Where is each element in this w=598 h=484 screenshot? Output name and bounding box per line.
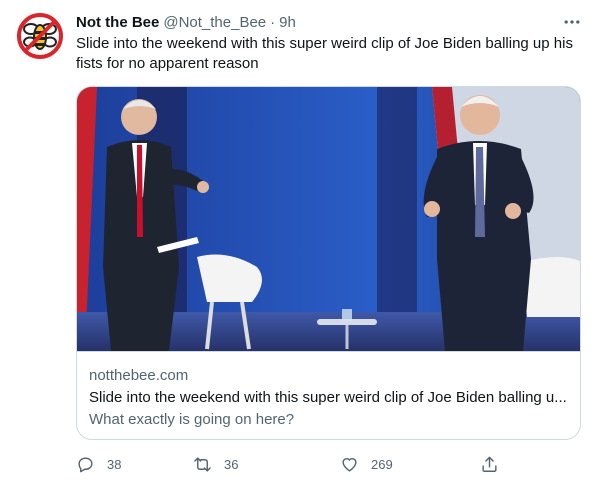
tweet: Not the Bee @Not_the_Bee · 9h Slide into… (0, 0, 598, 484)
retweet-icon (194, 456, 211, 472)
reply-button[interactable]: 38 (76, 452, 121, 476)
card-title: Slide into the weekend with this super w… (89, 389, 567, 406)
like-count: 269 (371, 456, 393, 472)
retweet-button[interactable]: 36 (193, 452, 238, 476)
card-domain: notthebee.com (89, 367, 189, 384)
more-button[interactable] (560, 10, 584, 34)
tweet-time[interactable]: 9h (279, 14, 296, 31)
tweet-actions: 38 36 269 (76, 452, 516, 476)
author-handle[interactable]: @Not_the_Bee (163, 14, 266, 31)
author-name[interactable]: Not the Bee (76, 14, 159, 31)
card-image (77, 87, 580, 352)
share-button[interactable] (480, 452, 499, 476)
more-icon (564, 20, 580, 24)
avatar[interactable] (16, 12, 64, 60)
tweet-text: Slide into the weekend with this super w… (76, 35, 573, 72)
like-icon (342, 457, 357, 472)
logo-bee-icon (16, 12, 64, 60)
reply-count: 38 (107, 456, 122, 472)
share-icon (482, 456, 497, 472)
reply-icon (78, 456, 93, 472)
retweet-count: 36 (224, 456, 239, 472)
card-description: What exactly is going on here? (89, 411, 295, 428)
link-card[interactable]: notthebee.com Slide into the weekend wit… (76, 86, 581, 440)
like-button[interactable]: 269 (340, 452, 393, 476)
tweet-header: Not the Bee @Not_the_Bee · 9h (76, 12, 296, 32)
header-separator: · (270, 13, 276, 31)
